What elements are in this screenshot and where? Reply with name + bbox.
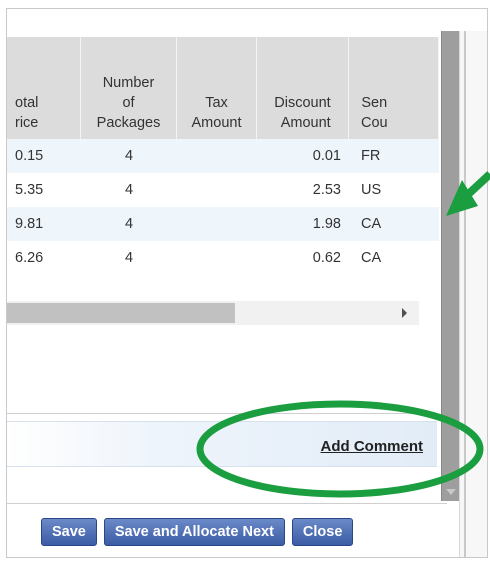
close-button[interactable]: Close — [291, 518, 354, 546]
cell-packages: 4 — [124, 182, 134, 198]
cell-total-price: 6.26 — [15, 250, 44, 266]
cell-total-price: 0.15 — [15, 148, 44, 164]
cell-discount-amount: 0.62 — [312, 250, 341, 266]
cell-packages: 4 — [124, 148, 134, 164]
cell-country: US — [361, 182, 382, 198]
data-grid: otal rice Number of Packages Tax Amount … — [7, 37, 439, 275]
horizontal-scrollbar[interactable] — [7, 301, 419, 325]
table-row[interactable]: 6.26 4 0.62 CA — [7, 241, 439, 275]
button-bar: Save Save and Allocate Next Close — [41, 518, 354, 546]
header-discount-amount[interactable]: Discount Amount — [257, 37, 349, 139]
cell-total-price: 5.35 — [15, 182, 44, 198]
header-sender-country[interactable]: Sen Cou — [349, 37, 439, 139]
scroll-down-icon[interactable] — [446, 489, 456, 495]
save-and-allocate-next-button[interactable]: Save and Allocate Next — [103, 518, 285, 546]
dialog-frame: otal rice Number of Packages Tax Amount … — [6, 8, 488, 558]
save-button[interactable]: Save — [41, 518, 97, 546]
vertical-scrollbar[interactable] — [441, 31, 460, 501]
cell-discount-amount: 0.01 — [312, 148, 341, 164]
table-row[interactable]: 9.81 4 1.98 CA — [7, 207, 439, 241]
cell-total-price: 9.81 — [15, 216, 44, 232]
table-row[interactable]: 5.35 4 2.53 US — [7, 173, 439, 207]
divider — [7, 413, 437, 414]
comment-bar: Add Comment — [7, 421, 437, 467]
horizontal-scrollbar-thumb[interactable] — [7, 303, 235, 323]
cell-discount-amount: 2.53 — [312, 182, 341, 198]
scroll-right-icon[interactable] — [402, 308, 407, 318]
background-panel-edge — [459, 31, 487, 557]
cell-country: CA — [361, 216, 382, 232]
divider — [7, 503, 447, 504]
cell-country: FR — [361, 148, 381, 164]
table-row[interactable]: 0.15 4 0.01 FR — [7, 139, 439, 173]
header-total-price[interactable]: otal rice — [7, 37, 81, 139]
add-comment-link[interactable]: Add Comment — [321, 438, 424, 455]
header-number-of-packages[interactable]: Number of Packages — [81, 37, 177, 139]
header-tax-amount[interactable]: Tax Amount — [177, 37, 257, 139]
cell-packages: 4 — [124, 250, 134, 266]
cell-discount-amount: 1.98 — [312, 216, 341, 232]
panel-edge-line — [464, 31, 466, 557]
cell-country: CA — [361, 250, 382, 266]
cell-packages: 4 — [124, 216, 134, 232]
grid-header-row: otal rice Number of Packages Tax Amount … — [7, 37, 439, 139]
